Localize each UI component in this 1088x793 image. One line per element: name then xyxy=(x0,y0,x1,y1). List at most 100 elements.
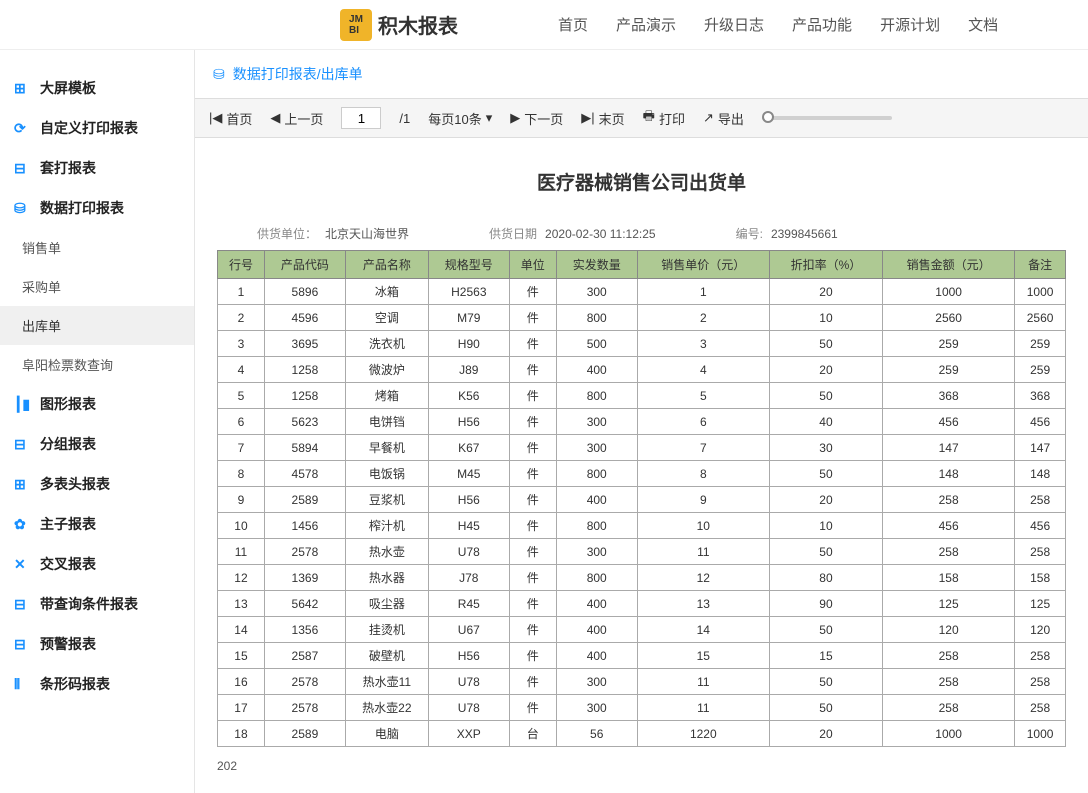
next-page-button[interactable]: ▶下一页 xyxy=(510,109,563,128)
cell: J89 xyxy=(428,357,509,383)
cell: 2578 xyxy=(264,669,345,695)
sidebar-item[interactable]: ┃▮ 图形报表 xyxy=(0,384,194,424)
cell: 1000 xyxy=(883,279,1015,305)
cell: 破壁机 xyxy=(345,643,428,669)
cell: 11 xyxy=(637,695,769,721)
cell: 20 xyxy=(769,279,882,305)
cell: 件 xyxy=(509,331,556,357)
cell: 5623 xyxy=(264,409,345,435)
cell: K56 xyxy=(428,383,509,409)
nav-产品演示[interactable]: 产品演示 xyxy=(616,14,676,35)
table-row: 41258微波炉J89件400420259259 xyxy=(218,357,1066,383)
cell: 1000 xyxy=(1015,721,1066,747)
cell: 800 xyxy=(556,305,637,331)
cell: 件 xyxy=(509,565,556,591)
sidebar-item[interactable]: ✕交叉报表 xyxy=(0,544,194,584)
cell: U78 xyxy=(428,539,509,565)
cell: 17 xyxy=(218,695,265,721)
cell: 400 xyxy=(556,617,637,643)
sidebar-label: 大屏模板 xyxy=(40,78,96,98)
sidebar-icon: ⟳ xyxy=(14,120,32,137)
logo[interactable]: JMBI 积木报表 xyxy=(340,9,458,41)
sidebar-item[interactable]: ⦀条形码报表 xyxy=(0,664,194,704)
sidebar-item[interactable]: ⟳自定义打印报表 xyxy=(0,108,194,148)
sidebar-item[interactable]: ⛁数据打印报表 xyxy=(0,188,194,228)
cell: 件 xyxy=(509,643,556,669)
cell: 5 xyxy=(637,383,769,409)
table-row: 141356挂烫机U67件4001450120120 xyxy=(218,617,1066,643)
cell: 456 xyxy=(883,409,1015,435)
cell: 8 xyxy=(637,461,769,487)
cell: 件 xyxy=(509,357,556,383)
cell: 300 xyxy=(556,539,637,565)
cell: 258 xyxy=(883,487,1015,513)
sidebar-sub-item[interactable]: 出库单 xyxy=(0,306,194,345)
cell: 电脑 xyxy=(345,721,428,747)
cell: 件 xyxy=(509,695,556,721)
chevron-down-icon: ▾ xyxy=(486,110,493,126)
nav-开源计划[interactable]: 开源计划 xyxy=(880,14,940,35)
sidebar-icon: ┃▮ xyxy=(14,396,32,413)
sidebar-item[interactable]: ⊞多表头报表 xyxy=(0,464,194,504)
cell: 6 xyxy=(637,409,769,435)
nav-升级日志[interactable]: 升级日志 xyxy=(704,14,764,35)
no-value: 2399845661 xyxy=(771,227,838,241)
print-button[interactable]: 🖶打印 xyxy=(643,107,685,129)
cell: J78 xyxy=(428,565,509,591)
cell: 50 xyxy=(769,695,882,721)
sidebar-sub-item[interactable]: 销售单 xyxy=(0,228,194,267)
nav-产品功能[interactable]: 产品功能 xyxy=(792,14,852,35)
sidebar-item[interactable]: ⊟预警报表 xyxy=(0,624,194,664)
cell: 800 xyxy=(556,513,637,539)
page-input[interactable] xyxy=(341,107,381,129)
cell: 147 xyxy=(1015,435,1066,461)
cell: 1258 xyxy=(264,357,345,383)
sidebar-label: 图形报表 xyxy=(40,394,96,414)
cell: 56 xyxy=(556,721,637,747)
export-button[interactable]: ↗导出 xyxy=(703,109,744,128)
prev-icon: ◀ xyxy=(270,110,280,126)
cell: M79 xyxy=(428,305,509,331)
cell: 件 xyxy=(509,461,556,487)
zoom-slider[interactable] xyxy=(762,116,892,120)
cell: 125 xyxy=(1015,591,1066,617)
first-page-button[interactable]: |◀首页 xyxy=(209,109,252,128)
cell: 10 xyxy=(637,513,769,539)
cell: H56 xyxy=(428,409,509,435)
cell: 259 xyxy=(1015,331,1066,357)
nav-文档[interactable]: 文档 xyxy=(968,14,998,35)
nav-首页[interactable]: 首页 xyxy=(558,14,588,35)
cell: 80 xyxy=(769,565,882,591)
cell: 368 xyxy=(883,383,1015,409)
cell: 件 xyxy=(509,669,556,695)
cell: 洗衣机 xyxy=(345,331,428,357)
sidebar-icon: ⊟ xyxy=(14,636,32,653)
cell: 5642 xyxy=(264,591,345,617)
prev-page-button[interactable]: ◀上一页 xyxy=(270,109,323,128)
cell: 148 xyxy=(1015,461,1066,487)
cell: 电饼铛 xyxy=(345,409,428,435)
sidebar-item[interactable]: ⊟带查询条件报表 xyxy=(0,584,194,624)
cell: H45 xyxy=(428,513,509,539)
cell: 14 xyxy=(218,617,265,643)
cell: 1 xyxy=(218,279,265,305)
sidebar-item[interactable]: ✿主子报表 xyxy=(0,504,194,544)
table-row: 15896冰箱H2563件30012010001000 xyxy=(218,279,1066,305)
cell: 件 xyxy=(509,513,556,539)
sidebar-item[interactable]: ⊟套打报表 xyxy=(0,148,194,188)
cell: 14 xyxy=(637,617,769,643)
cell: 5 xyxy=(218,383,265,409)
slider-thumb[interactable] xyxy=(762,111,774,123)
cell: 13 xyxy=(637,591,769,617)
per-page-select[interactable]: 每页10条▾ xyxy=(428,109,492,128)
col-header: 产品代码 xyxy=(264,251,345,279)
sidebar-sub-item[interactable]: 采购单 xyxy=(0,267,194,306)
sidebar-item[interactable]: ⊟分组报表 xyxy=(0,424,194,464)
col-header: 行号 xyxy=(218,251,265,279)
cell: 259 xyxy=(883,331,1015,357)
sidebar-item[interactable]: ⊞大屏模板 xyxy=(0,68,194,108)
sidebar-sub-item[interactable]: 阜阳检票数查询 xyxy=(0,345,194,384)
table-row: 75894早餐机K67件300730147147 xyxy=(218,435,1066,461)
last-page-button[interactable]: ▶|末页 xyxy=(581,109,624,128)
sidebar-label: 交叉报表 xyxy=(40,554,96,574)
